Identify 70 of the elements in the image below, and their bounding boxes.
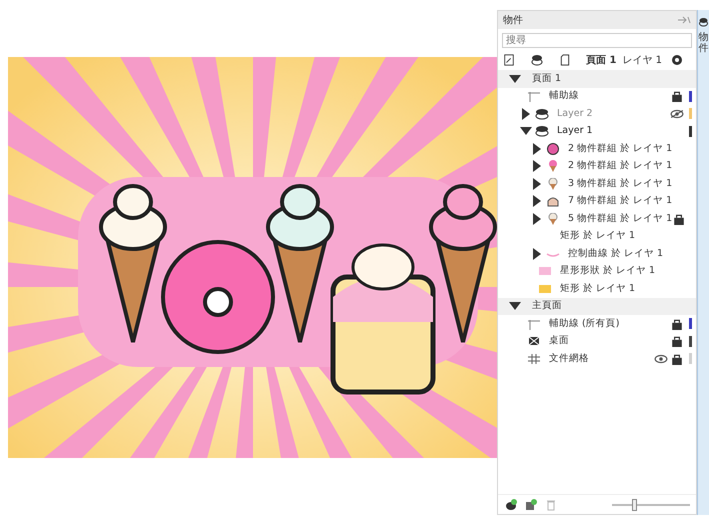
guides-icon <box>527 90 541 102</box>
slider-thumb[interactable] <box>632 498 638 510</box>
rectangle-thumbnail <box>538 282 552 295</box>
lock-icon[interactable] <box>670 318 684 330</box>
tree-row[interactable]: 5 物件群組 於 レイヤ 1 <box>498 210 696 228</box>
collapse-triangle-icon[interactable] <box>508 72 522 85</box>
panel-title: 物件 <box>503 14 523 28</box>
ice-cream-thumbnail <box>546 160 560 172</box>
ice-cream-thumbnail <box>546 178 560 190</box>
tree-row[interactable]: Layer 2 <box>498 105 696 122</box>
tree-row[interactable]: 矩形 於 レイヤ 1 <box>498 280 696 298</box>
layers-icon[interactable] <box>530 54 544 66</box>
page-row[interactable]: 主頁面 <box>498 298 696 315</box>
tree-row[interactable]: 桌面 <box>498 332 696 350</box>
lock-icon[interactable] <box>672 212 686 225</box>
layer-label: レイヤ 1 <box>622 54 662 68</box>
tree-row[interactable]: 2 物件群組 於 レイヤ 1 <box>498 140 696 158</box>
tree-row[interactable]: 7 物件群組 於 レイヤ 1 <box>498 192 696 210</box>
settings-icon[interactable] <box>670 54 684 66</box>
object-name: 矩形 於 レイヤ 1 <box>560 229 636 244</box>
tree-row[interactable]: 輔助線 <box>498 88 696 105</box>
cake-thumbnail <box>546 195 560 208</box>
search-field[interactable]: 搜尋 <box>502 33 692 48</box>
desktop-icon <box>527 335 541 348</box>
page-name: 主頁面 <box>532 299 562 314</box>
eye-icon[interactable] <box>654 352 668 365</box>
hidden-eye-icon[interactable] <box>670 108 684 120</box>
tree-row[interactable]: 輔助線 (所有頁) <box>498 315 696 332</box>
page-icon[interactable] <box>502 54 516 66</box>
page-name: 頁面 1 <box>532 72 562 86</box>
tree-row[interactable]: 2 物件群組 於 レイヤ 1 <box>498 158 696 175</box>
object-name: 桌面 <box>549 334 569 348</box>
side-tab[interactable]: 物件 <box>698 32 708 54</box>
new-master-layer-icon[interactable] <box>524 498 538 510</box>
object-name: 矩形 於 レイヤ 1 <box>560 282 636 296</box>
object-name: 5 物件群組 於 レイヤ 1 <box>568 212 672 226</box>
object-name: Layer 1 <box>557 124 593 138</box>
new-layer-icon[interactable] <box>504 498 518 510</box>
page-row[interactable]: 頁面 1 <box>498 70 696 88</box>
object-name: 2 物件群組 於 レイヤ 1 <box>568 142 672 156</box>
lock-icon[interactable] <box>670 335 684 348</box>
object-name: Layer 2 <box>557 106 593 121</box>
object-name: 輔助線 <box>549 89 579 104</box>
tree-row[interactable]: 矩形 於 レイヤ 1 <box>498 228 696 245</box>
guides-icon <box>527 318 541 330</box>
layers-icon[interactable] <box>699 16 708 28</box>
object-name: 文件網格 <box>549 352 589 366</box>
object-name: 星形形狀 於 レイヤ 1 <box>560 264 656 278</box>
collapse-triangle-icon[interactable] <box>519 125 533 138</box>
ice-cream-thumbnail <box>546 212 560 225</box>
object-name: 輔助線 (所有頁) <box>549 316 620 331</box>
rectangle-thumbnail <box>538 265 552 278</box>
tree-row[interactable]: 文件網格 <box>498 350 696 368</box>
tree-row[interactable]: 星形形狀 於 レイヤ 1 <box>498 262 696 280</box>
layer-icon <box>535 125 549 138</box>
object-name: 7 物件群組 於 レイヤ 1 <box>568 194 672 208</box>
donut-thumbnail <box>546 142 560 155</box>
object-name: 3 物件群組 於 レイヤ 1 <box>568 176 672 191</box>
document-icon[interactable] <box>558 54 572 66</box>
lock-icon[interactable] <box>670 352 684 365</box>
collapse-triangle-icon[interactable] <box>508 300 522 312</box>
object-name: 2 物件群組 於 レイヤ 1 <box>568 159 672 174</box>
tree-row[interactable]: Layer 1 <box>498 122 696 140</box>
layer-icon <box>535 108 549 120</box>
tree-row[interactable]: 3 物件群組 於 レイヤ 1 <box>498 175 696 192</box>
page-label: 頁面 1 <box>586 54 616 68</box>
tree-row[interactable]: 控制曲線 於 レイヤ 1 <box>498 245 696 262</box>
object-name: 控制曲線 於 レイヤ 1 <box>568 246 664 261</box>
grid-icon <box>527 352 541 365</box>
lock-icon[interactable] <box>670 90 684 102</box>
